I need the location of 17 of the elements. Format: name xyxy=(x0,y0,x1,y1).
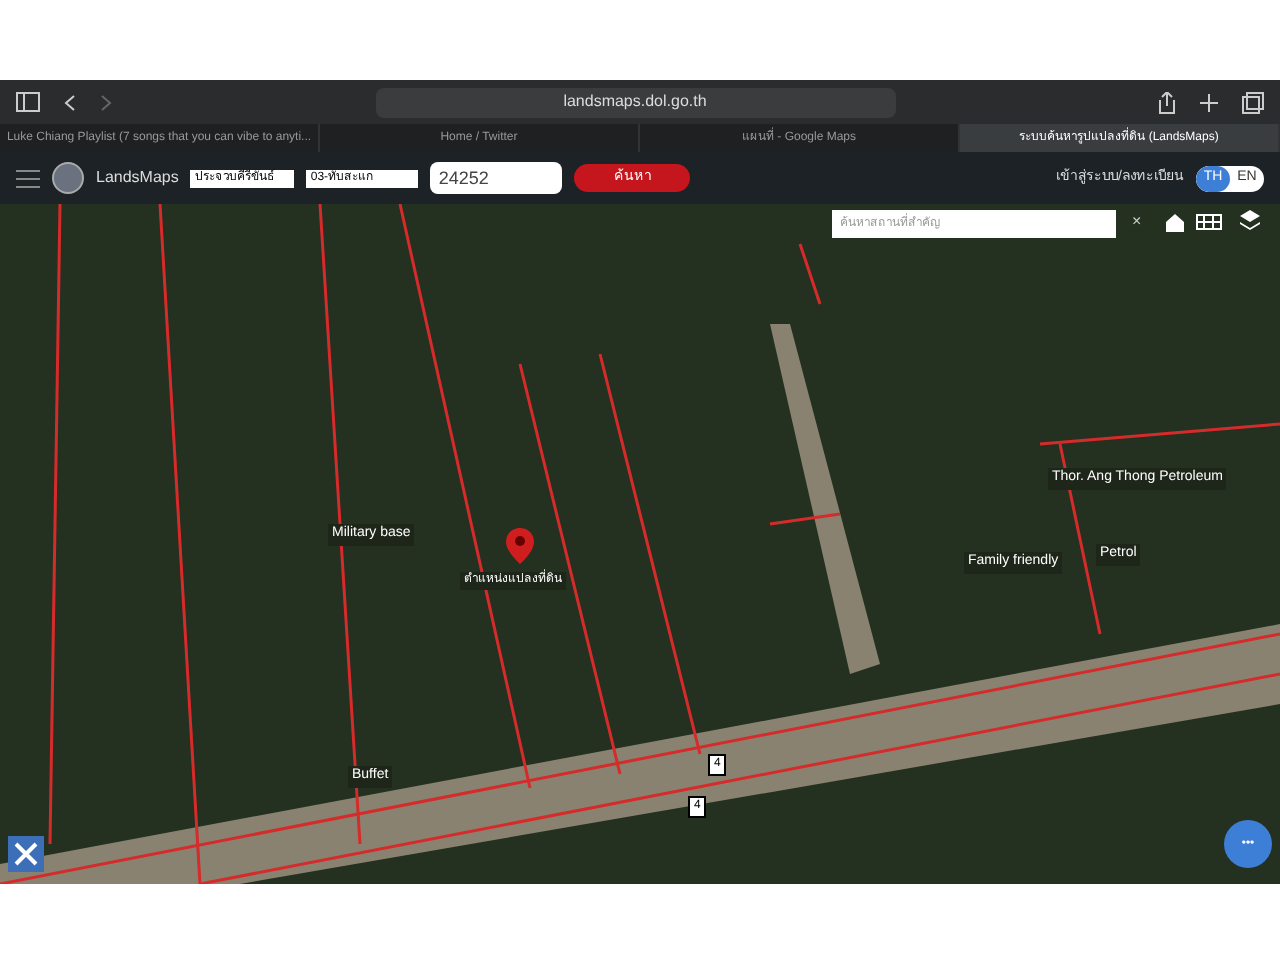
forward-icon[interactable] xyxy=(100,93,112,111)
sidebar-icon[interactable] xyxy=(16,92,40,112)
close-icon[interactable]: × xyxy=(1132,210,1142,234)
share-icon[interactable] xyxy=(1158,91,1176,113)
tools-icon[interactable] xyxy=(8,836,44,872)
parcel-number-field[interactable]: 24252 xyxy=(430,162,563,194)
location-pin-icon xyxy=(506,528,534,564)
back-icon[interactable] xyxy=(64,93,76,111)
grid-icon[interactable] xyxy=(1196,214,1222,230)
logo-icon xyxy=(52,162,84,194)
address-bar[interactable]: landsmaps.dol.go.th xyxy=(375,87,895,117)
layers-icon[interactable] xyxy=(1240,210,1260,232)
menu-icon[interactable] xyxy=(16,169,40,187)
app-name: LandsMaps xyxy=(96,166,179,190)
tabs-icon[interactable] xyxy=(1242,91,1264,113)
new-tab-icon[interactable] xyxy=(1200,93,1218,111)
home-icon[interactable] xyxy=(1164,212,1186,234)
